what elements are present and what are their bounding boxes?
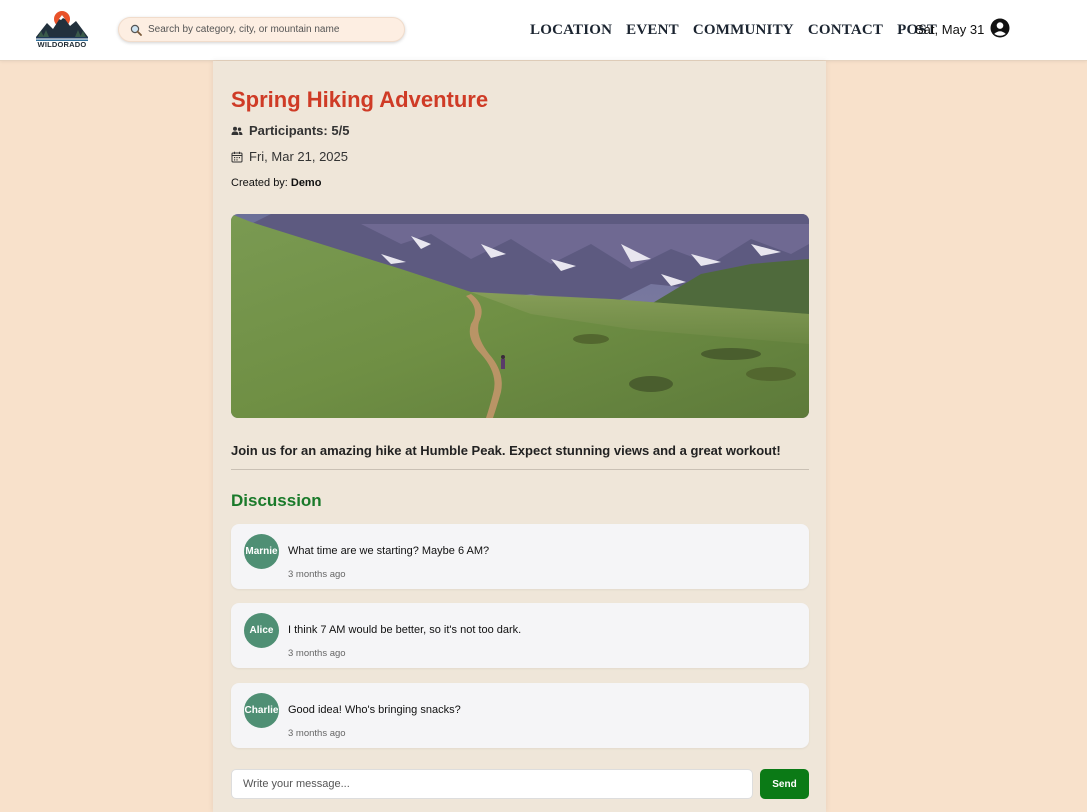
send-button[interactable]: Send bbox=[760, 769, 809, 799]
top-header: WILDORADO LOCATION EVENT COMMUNITY CONTA… bbox=[0, 0, 1087, 61]
participants-count: Participants: 5/5 bbox=[249, 123, 350, 138]
created-by-row: Created by: Demo bbox=[231, 177, 321, 189]
avatar: Charlie bbox=[244, 693, 279, 728]
event-description: Join us for an amazing hike at Humble Pe… bbox=[231, 443, 781, 458]
nav-contact[interactable]: CONTACT bbox=[808, 22, 883, 39]
comment-time: 3 months ago bbox=[288, 648, 346, 659]
search-input[interactable] bbox=[148, 24, 388, 35]
search-bar[interactable] bbox=[118, 17, 405, 42]
calendar-icon bbox=[231, 151, 243, 162]
participants-row: Participants: 5/5 bbox=[231, 123, 349, 138]
user-account-icon[interactable] bbox=[990, 18, 1010, 38]
avatar: Marnie bbox=[244, 534, 279, 569]
discussion-title: Discussion bbox=[231, 491, 322, 510]
comment-card: Alice I think 7 AM would be better, so i… bbox=[231, 603, 809, 668]
main-nav: LOCATION EVENT COMMUNITY CONTACT POST bbox=[530, 21, 951, 39]
nav-community[interactable]: COMMUNITY bbox=[693, 22, 794, 39]
event-detail-panel: Spring Hiking Adventure Participants: 5/… bbox=[213, 61, 826, 812]
comment-card: Charlie Good idea! Who's bringing snacks… bbox=[231, 683, 809, 748]
comment-text: I think 7 AM would be better, so it's no… bbox=[288, 624, 522, 636]
comment-text: What time are we starting? Maybe 6 AM? bbox=[288, 545, 490, 557]
comment-time: 3 months ago bbox=[288, 569, 346, 580]
comment-text: Good idea! Who's bringing snacks? bbox=[288, 704, 461, 716]
event-title: Spring Hiking Adventure bbox=[231, 87, 489, 112]
event-date-row: Fri, Mar 21, 2025 bbox=[231, 149, 348, 164]
comment-card: Marnie What time are we starting? Maybe … bbox=[231, 524, 809, 589]
logo-text: WILDORADO bbox=[37, 40, 87, 49]
participants-icon bbox=[231, 126, 243, 135]
message-input[interactable] bbox=[231, 769, 753, 799]
section-divider bbox=[231, 469, 809, 470]
search-icon bbox=[130, 24, 142, 36]
nav-location[interactable]: LOCATION bbox=[530, 22, 612, 39]
nav-event[interactable]: EVENT bbox=[626, 22, 679, 39]
avatar: Alice bbox=[244, 613, 279, 648]
current-date: Sat, May 31 bbox=[915, 22, 985, 37]
created-by-label: Created by: bbox=[231, 177, 288, 189]
logo-mountain-icon bbox=[36, 11, 88, 41]
created-by-name: Demo bbox=[290, 177, 322, 189]
wildorado-logo[interactable]: WILDORADO bbox=[33, 9, 91, 51]
event-hero-image bbox=[231, 214, 809, 418]
comment-time: 3 months ago bbox=[288, 728, 346, 739]
event-date: Fri, Mar 21, 2025 bbox=[249, 149, 348, 164]
